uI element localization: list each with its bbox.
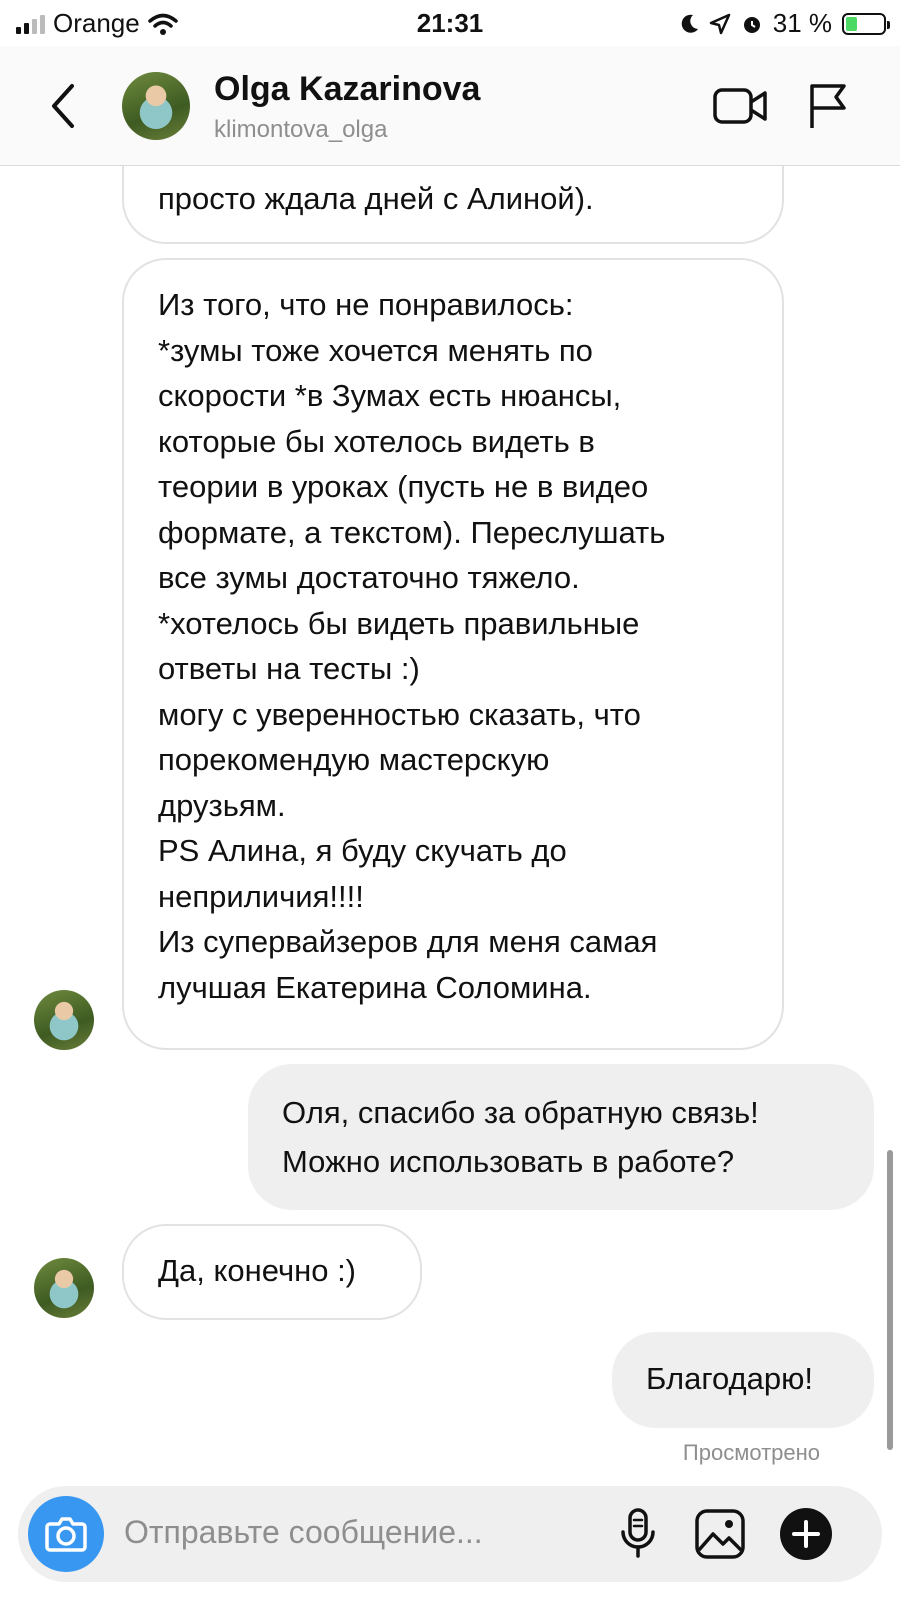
message-text: просто ждала дней с Алиной).	[158, 181, 594, 216]
message-composer: Отправьте сообщение...	[18, 1486, 882, 1582]
video-camera-icon[interactable]	[712, 84, 768, 128]
message-incoming[interactable]: Из того, что не понравилось: *зумы тоже …	[122, 258, 784, 1050]
header-avatar[interactable]	[122, 72, 190, 140]
image-icon[interactable]	[694, 1508, 746, 1560]
plus-icon[interactable]	[778, 1506, 834, 1562]
sender-avatar[interactable]	[34, 1258, 94, 1318]
alarm-icon	[743, 16, 760, 33]
message-outgoing[interactable]: Оля, спасибо за обратную связь! Можно ис…	[248, 1064, 874, 1210]
camera-button[interactable]	[28, 1496, 104, 1572]
flag-icon[interactable]	[808, 80, 848, 130]
contact-name[interactable]: Olga Kazarinova	[214, 70, 480, 109]
contact-username[interactable]: klimontova_olga	[214, 116, 387, 144]
seen-status: Просмотрено	[682, 1440, 820, 1465]
scrollbar[interactable]	[887, 1150, 893, 1450]
status-right: 31 %	[679, 8, 890, 39]
message-incoming[interactable]: Да, конечно :)	[122, 1224, 422, 1320]
moon-icon	[681, 14, 698, 33]
message-text: Благодарю!	[646, 1361, 813, 1396]
message-text: Да, конечно :)	[158, 1253, 357, 1288]
chat-header-overlay: Olga Kazarinova klimontova_olga	[0, 46, 900, 166]
battery-icon	[842, 12, 890, 35]
battery-percent: 31 %	[772, 8, 832, 38]
message-text: Оля, спасибо за обратную связь! Можно ис…	[282, 1095, 759, 1179]
message-input[interactable]: Отправьте сообщение...	[124, 1514, 483, 1551]
location-arrow-icon	[709, 13, 730, 34]
sender-avatar[interactable]	[34, 990, 94, 1050]
message-text: Из того, что не понравилось: *зумы тоже …	[158, 287, 666, 1005]
back-chevron-icon[interactable]	[44, 76, 84, 136]
camera-icon	[45, 1517, 87, 1552]
battery-fill	[846, 16, 858, 31]
message-outgoing[interactable]: Благодарю!	[612, 1332, 874, 1428]
status-bar: Orange 21:31 31 %	[0, 0, 900, 46]
microphone-icon[interactable]	[618, 1506, 658, 1562]
